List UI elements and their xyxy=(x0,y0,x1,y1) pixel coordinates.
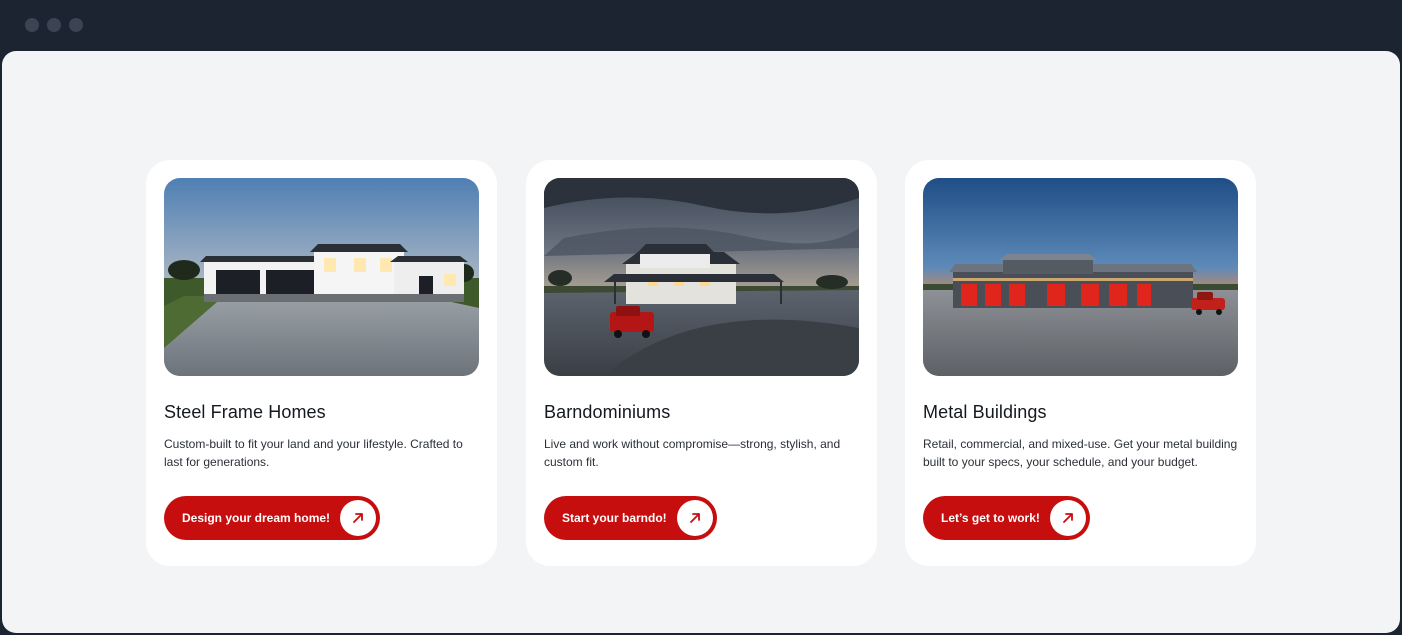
arrow-up-right-icon xyxy=(340,500,377,536)
window-close-button[interactable] xyxy=(25,18,39,32)
card-title: Barndominiums xyxy=(544,402,671,422)
start-barndo-button[interactable]: Start your barndo! xyxy=(544,496,717,540)
page-viewport: Steel Frame Homes Custom-built to fit yo… xyxy=(2,51,1400,633)
cta-label: Start your barndo! xyxy=(562,511,667,525)
lets-get-to-work-button[interactable]: Let’s get to work! xyxy=(923,496,1090,540)
card-description: Custom-built to fit your land and your l… xyxy=(164,437,463,469)
metal-building-photo xyxy=(923,178,1238,376)
arrow-up-right-icon xyxy=(676,500,713,536)
card-title: Steel Frame Homes xyxy=(164,402,326,422)
card-image xyxy=(923,178,1238,376)
card-steel-frame-homes: Steel Frame Homes Custom-built to fit yo… xyxy=(146,160,497,566)
card-description: Retail, commercial, and mixed-use. Get y… xyxy=(923,437,1238,469)
card-image xyxy=(164,178,479,376)
arrow-up-right-icon xyxy=(1049,500,1086,536)
cta-label: Design your dream home! xyxy=(182,511,331,525)
cta-label: Let’s get to work! xyxy=(941,511,1040,525)
card-description: Live and work without compromise—strong,… xyxy=(544,437,841,469)
window-maximize-button[interactable] xyxy=(69,18,83,32)
house-photo xyxy=(164,178,479,376)
window-titlebar xyxy=(0,0,1402,51)
card-title: Metal Buildings xyxy=(923,402,1047,422)
design-dream-home-button[interactable]: Design your dream home! xyxy=(164,496,381,540)
card-barndominiums: Barndominiums Live and work without comp… xyxy=(526,160,877,566)
card-metal-buildings: Metal Buildings Retail, commercial, and … xyxy=(905,160,1256,566)
window-minimize-button[interactable] xyxy=(47,18,61,32)
barndominium-photo xyxy=(544,178,859,376)
card-image xyxy=(544,178,859,376)
